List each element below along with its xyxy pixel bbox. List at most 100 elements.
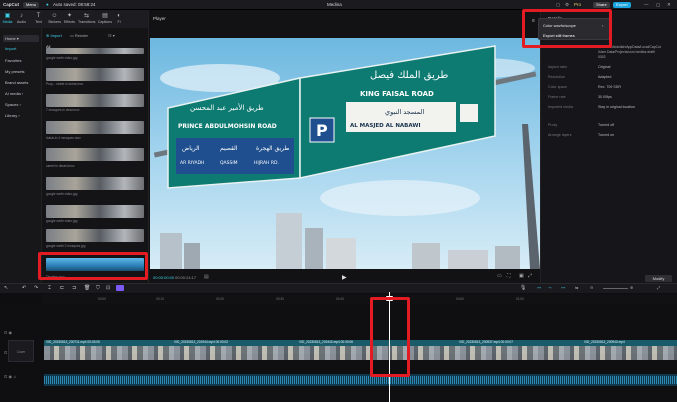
current-time: 00:00:00:00 bbox=[153, 275, 175, 280]
view-toggle[interactable]: ☷ ▾ bbox=[108, 33, 115, 38]
media-thumbnail[interactable] bbox=[46, 148, 144, 161]
media-thumbnail[interactable] bbox=[46, 205, 144, 218]
tool-captions[interactable]: ▤ Captions bbox=[97, 12, 113, 27]
layout-icon[interactable]: ▢ bbox=[556, 2, 560, 8]
magnet-icon[interactable]: ⊶ bbox=[561, 285, 565, 290]
redo-icon[interactable]: ↷ bbox=[34, 285, 38, 291]
menu-button[interactable]: Menu bbox=[23, 2, 40, 8]
sidebar-item-home[interactable]: Home ▾ bbox=[3, 35, 39, 42]
mic-icon[interactable]: 🎙 bbox=[520, 285, 526, 291]
sidebar-item-my-presets[interactable]: My presets bbox=[3, 68, 39, 75]
select-icon[interactable]: ↖ bbox=[4, 285, 8, 291]
snap-icon[interactable]: ⊸ bbox=[548, 285, 551, 290]
detail-value: Turned on bbox=[598, 133, 615, 137]
preview-axis-icon[interactable]: ⇆ bbox=[575, 285, 578, 290]
sign-dest3-arabic: طريق الهجرة bbox=[256, 145, 289, 152]
sidebar-item-library[interactable]: Library › bbox=[3, 112, 39, 119]
settings-icon[interactable]: ⚙ bbox=[565, 2, 569, 8]
ruler-label: 00:40 bbox=[336, 297, 344, 301]
share-button[interactable]: Share bbox=[593, 2, 610, 8]
ai-tool-icon[interactable] bbox=[116, 285, 124, 291]
media-thumbnail[interactable] bbox=[46, 94, 144, 107]
media-panel: ⊕ Import ▭ Render ☷ ▾ All google earth v… bbox=[42, 28, 148, 283]
zoom-slider[interactable] bbox=[603, 288, 628, 289]
sign-sub-english: AL MASJED AL NABAWI bbox=[350, 123, 421, 129]
sidebar-item-spaces[interactable]: Spaces › bbox=[3, 101, 39, 108]
track-lock-icon[interactable]: ⊡ ◉ bbox=[4, 330, 12, 335]
minimize-icon[interactable]: — bbox=[644, 2, 649, 7]
timeline-icon[interactable]: ▤ bbox=[204, 274, 209, 280]
audio-track[interactable] bbox=[44, 374, 677, 386]
undo-icon[interactable]: ↶ bbox=[22, 285, 26, 291]
detail-label: Aspect ratio bbox=[548, 65, 567, 69]
sidebar-item-brand-assets[interactable]: Brand assets bbox=[3, 79, 39, 86]
detail-value: Stay in original location bbox=[598, 105, 635, 109]
tool-stickers[interactable]: ☺ Stickers bbox=[48, 12, 61, 27]
fullscreen-icon[interactable]: ⛶ bbox=[507, 273, 511, 279]
tool-effects[interactable]: ✦ Effects bbox=[63, 12, 76, 27]
project-path-line2: /User Data/Projects/com.lveditor.draft/ bbox=[598, 50, 656, 54]
link-icon[interactable]: ⊶ bbox=[537, 285, 541, 290]
filters-icon: ◐ bbox=[117, 13, 121, 19]
video-preview[interactable]: طريق الأمير عبد المحسن PRINCE ABDULMOHSI… bbox=[150, 38, 540, 269]
pro-badge[interactable]: Pro bbox=[574, 2, 581, 7]
video-frames-strip bbox=[44, 346, 677, 360]
detail-value: Original bbox=[598, 65, 611, 69]
media-icon: ▣ bbox=[4, 13, 11, 19]
tool-filters[interactable]: ◐ Fi bbox=[114, 12, 124, 27]
play-icon[interactable]: ▶ bbox=[342, 274, 347, 281]
media-label: google earth video.jpg bbox=[46, 192, 78, 196]
media-thumbnail[interactable] bbox=[46, 48, 144, 54]
tool-transitions[interactable]: ⇆ Transitions bbox=[78, 12, 95, 27]
zoom-out-icon[interactable]: ⊖ bbox=[590, 285, 593, 290]
media-thumbnail[interactable] bbox=[46, 121, 144, 134]
quality-icon[interactable]: ▭ bbox=[497, 273, 502, 279]
transitions-icon: ⇆ bbox=[83, 13, 90, 19]
modify-button[interactable]: Modify bbox=[645, 275, 672, 282]
media-label: Prop... street in dubai.mov bbox=[46, 82, 84, 86]
ratio-icon[interactable]: ▣ bbox=[519, 273, 524, 279]
sidebar-item-ai-media[interactable]: AI media › bbox=[3, 90, 39, 97]
zoom-in-icon[interactable]: ⊕ bbox=[630, 285, 633, 290]
tool-media[interactable]: ▣ Media bbox=[1, 12, 14, 27]
close-icon[interactable]: ✕ bbox=[667, 2, 671, 8]
media-thumbnail[interactable] bbox=[46, 229, 144, 242]
audio-waveform bbox=[44, 376, 677, 384]
fit-icon[interactable]: ⤢ bbox=[657, 285, 660, 290]
crop-icon[interactable]: ⊡ bbox=[106, 285, 110, 291]
maximize-icon[interactable]: ▢ bbox=[656, 2, 660, 8]
media-label: google earth 2 mosques.jpg bbox=[46, 244, 86, 248]
shield-icon[interactable]: ⛉ bbox=[96, 285, 100, 291]
text-icon: T bbox=[36, 13, 41, 19]
render-tab[interactable]: ▭ Render bbox=[70, 33, 88, 38]
tool-audio[interactable]: ♪ Audio bbox=[15, 12, 28, 27]
sign-left-english: PRINCE ABDULMOHSIN ROAD bbox=[178, 123, 277, 130]
clip-label: VID_20230813_202440.mp4 00:00:06 bbox=[299, 340, 354, 344]
media-thumbnail[interactable] bbox=[46, 177, 144, 190]
media-label: 7 mosques in clear.mov bbox=[46, 108, 80, 112]
highlight-box-menu bbox=[522, 9, 612, 48]
split-left-icon[interactable]: ⊏ bbox=[60, 285, 64, 291]
highlight-box-media bbox=[38, 252, 148, 280]
sidebar-item-favorites[interactable]: Favorites bbox=[3, 57, 39, 64]
app-name: CapCut bbox=[3, 2, 19, 7]
tool-text[interactable]: T Text bbox=[32, 12, 45, 27]
split-right-icon[interactable]: ⊐ bbox=[72, 285, 76, 291]
timeline-area: ⊡ ◉ ⊡ ◉ ♫ ⊡ ◉ ♫ Cover VID_20230813_20071… bbox=[0, 304, 677, 402]
timeline-ruler[interactable]: 00:00 00:10 00:20 00:30 00:40 00:50 00:6… bbox=[42, 294, 677, 304]
media-thumbnail[interactable] bbox=[46, 68, 144, 81]
ruler-label: 00:60 bbox=[456, 297, 464, 301]
sidebar-item-import[interactable]: Import bbox=[3, 45, 39, 52]
expand-icon[interactable]: ⤢ bbox=[528, 273, 532, 279]
cover-button[interactable]: Cover bbox=[8, 340, 34, 362]
highlight-box-playhead bbox=[370, 297, 410, 377]
video-frame-art: طريق الأمير عبد المحسن PRINCE ABDULMOHSI… bbox=[150, 38, 540, 269]
track-audio-controls[interactable]: ⊡ ◉ ♫ bbox=[4, 374, 16, 379]
export-button[interactable]: Export bbox=[613, 2, 631, 8]
detail-label: Imported media bbox=[548, 105, 573, 109]
detail-label: Resolution bbox=[548, 75, 565, 79]
split-icon[interactable]: ⌶ bbox=[48, 285, 51, 291]
autosave-icon: ● bbox=[46, 2, 49, 7]
import-tab[interactable]: ⊕ Import bbox=[46, 33, 62, 38]
delete-icon[interactable]: 🗑 bbox=[84, 285, 90, 291]
